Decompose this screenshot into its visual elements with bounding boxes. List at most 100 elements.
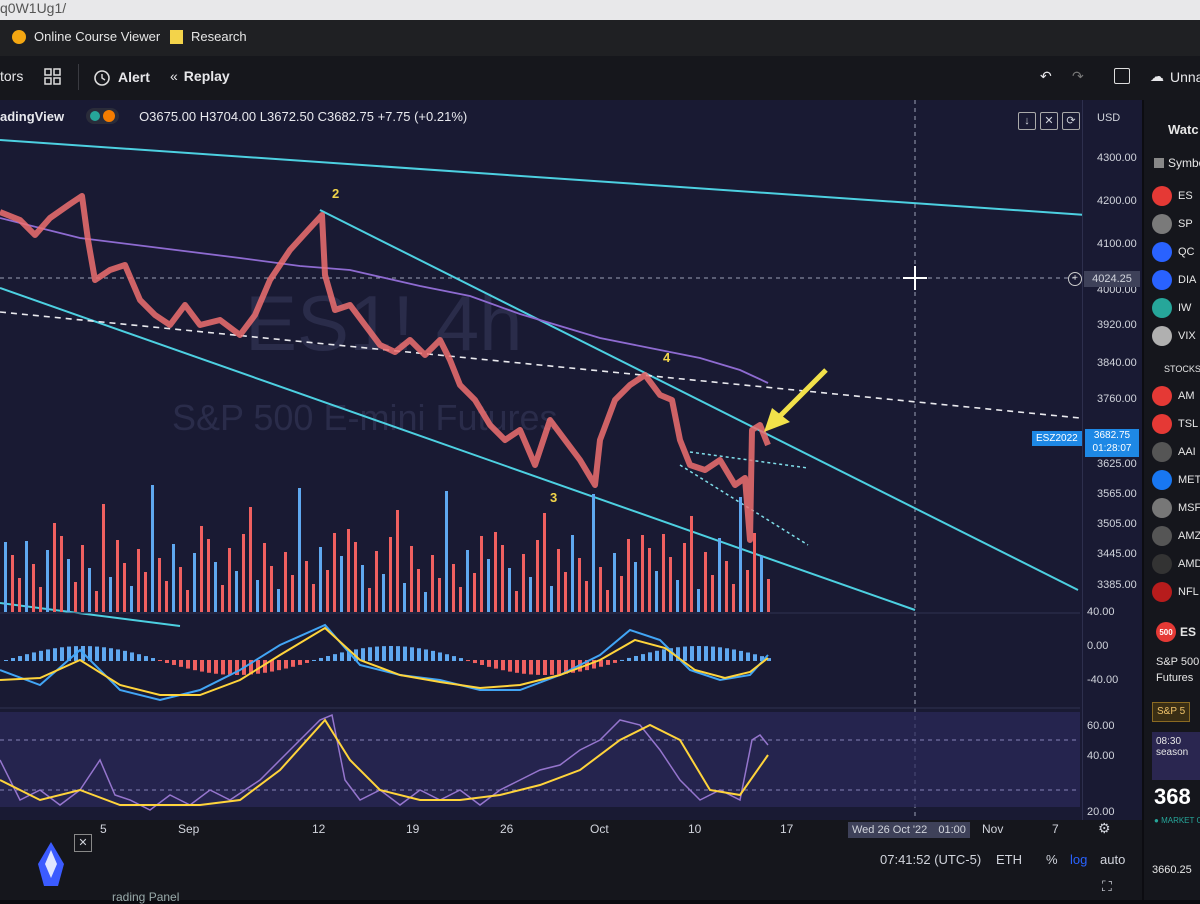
symbol-column-header[interactable]: Symbo (1154, 156, 1200, 170)
save-layout-button[interactable]: ☁ Unna (1150, 68, 1200, 85)
volume-bar (494, 532, 497, 612)
watchlist-row[interactable]: AMZ (1152, 526, 1200, 546)
volume-bar (249, 507, 252, 612)
macd-histogram-bar (95, 646, 99, 661)
trading-panel-tab[interactable]: rading Panel (112, 890, 179, 904)
replay-label: Replay (183, 68, 230, 84)
watchlist-row[interactable]: AMD (1152, 554, 1200, 574)
watchlist-row[interactable]: AM (1152, 386, 1195, 406)
session-toggle[interactable]: ETH (996, 852, 1022, 867)
symbol-logo-icon (1152, 582, 1172, 602)
watchlist-row[interactable]: SP (1152, 214, 1193, 234)
replay-button[interactable]: « Replay (170, 68, 230, 84)
volume-bar (529, 577, 532, 612)
last-price: 3682.75 (1093, 430, 1131, 441)
expand-icon[interactable]: ⛶ (1102, 878, 1112, 895)
rsi-tick: 40.00 (1087, 750, 1115, 762)
watchlist-row[interactable]: ES (1152, 186, 1193, 206)
price-tick: 4100.00 (1097, 238, 1137, 250)
watchlist-row[interactable]: MET (1152, 470, 1200, 490)
market-status: ● MARKET C (1154, 816, 1200, 825)
price-axis[interactable]: USD 4300.00 4200.00 4100.00 4000.00 3920.00 3… (1082, 100, 1143, 820)
price-tick: 3920.00 (1097, 319, 1137, 331)
time-tick: 26 (500, 822, 514, 836)
macd-histogram-bar (732, 649, 736, 661)
checkbox-icon[interactable] (1154, 158, 1164, 168)
macd-histogram-bar (39, 650, 43, 661)
volume-bar (732, 584, 735, 612)
macd-histogram-bar (11, 658, 15, 661)
arrow-down-icon[interactable]: ↓ (1018, 112, 1036, 130)
detail-bottom-price: 3660.25 (1152, 864, 1192, 876)
market-status-toggle[interactable] (86, 108, 120, 124)
watchlist-row[interactable]: VIX (1152, 326, 1196, 346)
macd-histogram-bar (466, 660, 470, 662)
watchlist-symbol: VIX (1178, 330, 1196, 342)
layouts-button[interactable] (44, 68, 62, 86)
watchlist-row[interactable]: TSL (1152, 414, 1198, 434)
volume-bar (417, 569, 420, 612)
bookmark-online-course-viewer[interactable]: Online Course Viewer (12, 29, 160, 44)
watchlist-row[interactable]: MSF (1152, 498, 1200, 518)
crosshair-price-tag: 4024.25 (1084, 271, 1140, 287)
settings-gear-icon[interactable]: ⚙ (1098, 820, 1111, 837)
detail-tag[interactable]: S&P 5 (1152, 702, 1191, 722)
volume-bar (676, 580, 679, 612)
price-tick: 3385.00 (1097, 579, 1137, 591)
bookmark-research[interactable]: Research (170, 29, 247, 44)
volume-bar (690, 516, 693, 612)
collapse-icon[interactable]: ✕ (1040, 112, 1058, 130)
symbol-logo-icon (1152, 470, 1172, 490)
refresh-icon[interactable]: ⟳ (1062, 112, 1080, 130)
price-tick: 3625.00 (1097, 458, 1137, 470)
macd-histogram-bar (459, 658, 463, 661)
indicators-button[interactable]: tors (0, 68, 23, 84)
macd-histogram-bar (186, 660, 190, 669)
watchlist-row[interactable]: NFL (1152, 582, 1199, 602)
volume-bar (158, 558, 161, 612)
percent-toggle[interactable]: % (1046, 852, 1058, 867)
chart-panel[interactable]: ES1! 4h S&P 500 E-mini Futures 2 4 3 adi… (0, 100, 1143, 860)
watchlist-row[interactable]: QC (1152, 242, 1195, 262)
market-status-label: MARKET C (1161, 816, 1200, 825)
volume-bar (424, 592, 427, 612)
top-toolbar: tors Alert « Replay ↶ ↷ ☁ Unna (0, 56, 1200, 101)
macd-histogram-bar (515, 660, 519, 673)
watchlist-row[interactable]: IW (1152, 298, 1191, 318)
news-item[interactable]: 08:30 season (1152, 732, 1200, 780)
symbol-logo-icon (1152, 298, 1172, 318)
macd-histogram-bar (4, 660, 8, 661)
volume-bar (487, 559, 490, 612)
macd-histogram-bar (522, 660, 526, 674)
redo-button[interactable]: ↷ (1072, 68, 1084, 85)
volume-bar (382, 574, 385, 612)
watchlist-title[interactable]: Watc (1168, 122, 1199, 137)
watchlist-symbol: MSF (1178, 502, 1200, 514)
volume-bar (151, 485, 154, 612)
undo-button[interactable]: ↶ (1040, 68, 1052, 85)
close-icon[interactable]: ✕ (74, 834, 92, 852)
alert-button[interactable]: Alert (92, 68, 150, 86)
volume-bar (396, 510, 399, 612)
watchlist-row[interactable]: AAI (1152, 442, 1196, 462)
macd-histogram-bar (550, 660, 554, 675)
log-toggle[interactable]: log (1070, 852, 1087, 867)
square-icon (1114, 68, 1130, 84)
fullscreen-button[interactable] (1114, 68, 1130, 84)
auto-toggle[interactable]: auto (1100, 852, 1125, 867)
chart-canvas[interactable]: ES1! 4h S&P 500 E-mini Futures 2 4 3 (0, 100, 1142, 820)
currency-label[interactable]: USD (1097, 112, 1120, 124)
symbol-logo-icon (1152, 526, 1172, 546)
macd-histogram-bar (165, 660, 169, 664)
time-tick: Sep (178, 822, 200, 836)
volume-bar (515, 591, 518, 612)
crosshair-add-button[interactable]: + (1068, 272, 1082, 286)
browser-url-bar[interactable]: q0W1Ug1/ (0, 0, 1200, 20)
volume-bar (207, 539, 210, 612)
volume-bar (221, 585, 224, 612)
watchlist-row[interactable]: DIA (1152, 270, 1196, 290)
volume-bar (578, 558, 581, 612)
wave-label-4: 4 (663, 350, 671, 365)
volume-bar (767, 579, 770, 612)
macd-histogram-bar (172, 660, 176, 665)
